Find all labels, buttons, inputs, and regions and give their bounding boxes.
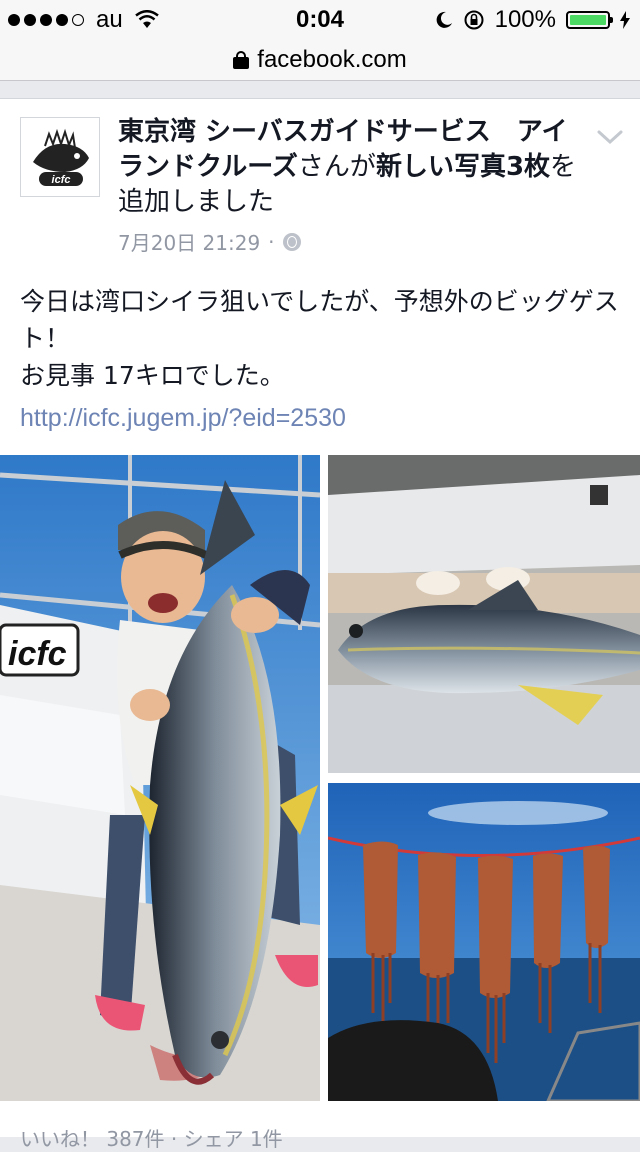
url-bar[interactable]: facebook.com [0, 40, 640, 81]
chevron-down-icon[interactable] [596, 127, 624, 147]
meta-separator: · [268, 229, 275, 254]
post-footer-stats[interactable]: いいね！ 387件 · シェア 1件 [20, 1123, 283, 1152]
post-header: 東京湾 シーバスガイドサービス アイランドクルーズさんが新しい写真3枚を追加しま… [118, 115, 588, 220]
photo-angler-with-yellowtail[interactable]: icfc [0, 455, 320, 1101]
action-pre: さんが [297, 152, 376, 182]
status-right: 100% [435, 6, 630, 34]
post-link[interactable]: http://icfc.jugem.jp/?eid=2530 [20, 404, 346, 433]
post-meta: 7月20日 21:29 · [118, 227, 301, 256]
lock-icon [233, 51, 250, 69]
status-bar: au 0:04 100% [0, 0, 640, 40]
rotation-lock-icon [464, 10, 484, 30]
page-avatar[interactable]: icfc [20, 117, 100, 197]
url-domain[interactable]: facebook.com [257, 46, 406, 74]
logo-text: icfc [52, 174, 71, 186]
svg-text:icfc: icfc [8, 635, 67, 673]
post-card: icfc 東京湾 シーバスガイドサービス アイランドクルーズさんが新しい写真3枚… [0, 98, 640, 1151]
battery-percent: 100% [494, 6, 556, 33]
new-photos-link[interactable]: 新しい写真3枚 [376, 152, 550, 182]
icfc-logo-icon: icfc [33, 128, 89, 186]
battery-icon [566, 11, 613, 29]
globe-icon [282, 232, 301, 251]
photo-squid-drying-on-line[interactable] [328, 783, 640, 1101]
photo-yellowtail-on-deck[interactable] [328, 455, 640, 773]
moon-icon [436, 11, 452, 28]
post-body: 今日は湾口シイラ狙いでしたが、予想外のビッグゲスト！ お見事 17キロでした。 [20, 287, 619, 390]
charging-icon [620, 11, 630, 29]
post-timestamp[interactable]: 7月20日 21:29 [118, 227, 260, 256]
